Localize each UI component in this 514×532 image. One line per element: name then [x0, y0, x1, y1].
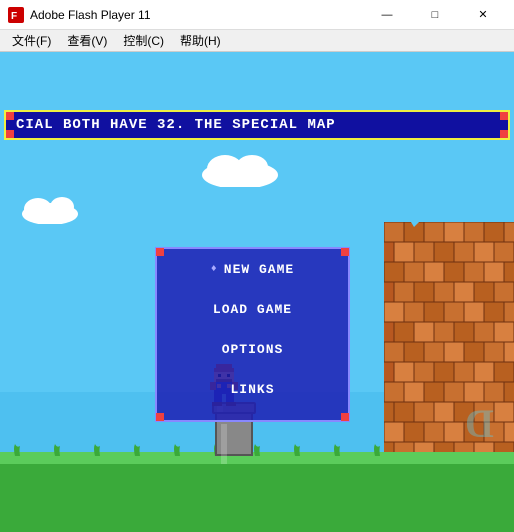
menu-new-game[interactable]: NEW GAME [157, 249, 348, 289]
banner-corner-br [500, 130, 508, 138]
menu-corner-bl [156, 413, 164, 421]
menu-load-game[interactable]: LOAD GAME [157, 289, 348, 329]
banner-corner-bl [6, 130, 14, 138]
title-bar: F Adobe Flash Player 11 — □ ✕ [0, 0, 514, 30]
banner-corner-tr [500, 112, 508, 120]
cloud-1 [200, 147, 280, 192]
menu-bar: 文件(F) 查看(V) 控制(C) 帮助(H) [0, 30, 514, 52]
grass-tufts [10, 444, 390, 456]
svg-text:F: F [11, 11, 17, 22]
game-area: CIAL BOTH HAVE 32. THE SPECIAL MAP [0, 52, 514, 532]
menu-corner-br [341, 413, 349, 421]
menu-corner-tr [341, 248, 349, 256]
minimize-button[interactable]: — [364, 0, 410, 30]
menu-file[interactable]: 文件(F) [4, 30, 59, 51]
menu-help[interactable]: 帮助(H) [172, 30, 229, 51]
app-icon: F [8, 7, 24, 23]
menu-corner-tl [156, 248, 164, 256]
watermark: D [465, 400, 494, 447]
menu-control[interactable]: 控制(C) [115, 30, 172, 51]
scroll-banner: CIAL BOTH HAVE 32. THE SPECIAL MAP [4, 110, 510, 140]
cloud-2 [20, 192, 80, 229]
close-button[interactable]: ✕ [460, 0, 506, 30]
menu-options[interactable]: OPTIONS [157, 329, 348, 369]
banner-text: CIAL BOTH HAVE 32. THE SPECIAL MAP [6, 117, 336, 133]
game-menu: NEW GAME LOAD GAME OPTIONS LINKS [155, 247, 350, 422]
ground [0, 452, 514, 532]
window-controls: — □ ✕ [364, 0, 506, 30]
menu-links[interactable]: LINKS [157, 369, 348, 409]
banner-corner-tl [6, 112, 14, 120]
maximize-button[interactable]: □ [412, 0, 458, 30]
menu-view[interactable]: 查看(V) [59, 30, 115, 51]
window-title: Adobe Flash Player 11 [30, 8, 364, 22]
